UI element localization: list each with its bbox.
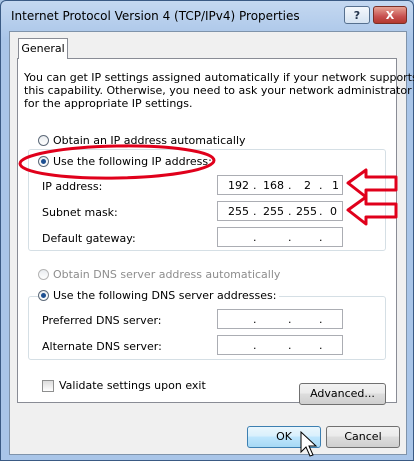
radio-selected-icon (38, 156, 49, 167)
ip-address-label: IP address: (42, 180, 103, 193)
subnet-mask-label: Subnet mask: (42, 206, 118, 219)
title-bar[interactable]: Internet Protocol Version 4 (TCP/IPv4) P… (1, 1, 413, 31)
dialog-body: General You can get IP settings assigned… (9, 31, 414, 455)
help-button[interactable]: ? (344, 6, 370, 24)
preferred-dns-field[interactable]: . . . (217, 309, 343, 329)
default-gateway-label: Default gateway: (42, 232, 136, 245)
cancel-button[interactable]: Cancel (326, 426, 400, 448)
alternate-dns-label: Alternate DNS server: (42, 340, 162, 353)
ip-address-field[interactable]: 192 . 168 . 2 . 1 (217, 175, 343, 195)
validate-settings-checkbox[interactable]: Validate settings upon exit (42, 379, 206, 392)
window-title: Internet Protocol Version 4 (TCP/IPv4) P… (11, 9, 300, 23)
close-icon: X (385, 9, 395, 22)
obtain-ip-auto-radio[interactable]: Obtain an IP address automatically (38, 134, 249, 147)
default-gateway-field[interactable]: . . . (217, 227, 343, 247)
alternate-dns-field[interactable]: . . . (217, 335, 343, 355)
radio-icon (38, 135, 49, 146)
preferred-dns-label: Preferred DNS server: (42, 314, 162, 327)
subnet-mask-field[interactable]: 255 . 255 . 255 . 0 (217, 201, 343, 221)
description-text: You can get IP settings assigned automat… (24, 71, 414, 110)
use-following-dns-radio[interactable]: Use the following DNS server addresses: (38, 289, 280, 302)
advanced-button[interactable]: Advanced... (299, 383, 386, 405)
tab-general[interactable]: General (18, 38, 68, 59)
checkbox-icon (42, 379, 54, 392)
ok-button[interactable]: OK (247, 426, 321, 448)
obtain-dns-auto-radio[interactable]: Obtain DNS server address automatically (38, 268, 280, 281)
use-following-ip-radio[interactable]: Use the following IP address: (38, 155, 212, 168)
radio-selected-icon (38, 290, 49, 301)
radio-icon (38, 269, 49, 280)
close-button[interactable]: X (373, 6, 407, 24)
dialog-window: Internet Protocol Version 4 (TCP/IPv4) P… (0, 0, 414, 461)
